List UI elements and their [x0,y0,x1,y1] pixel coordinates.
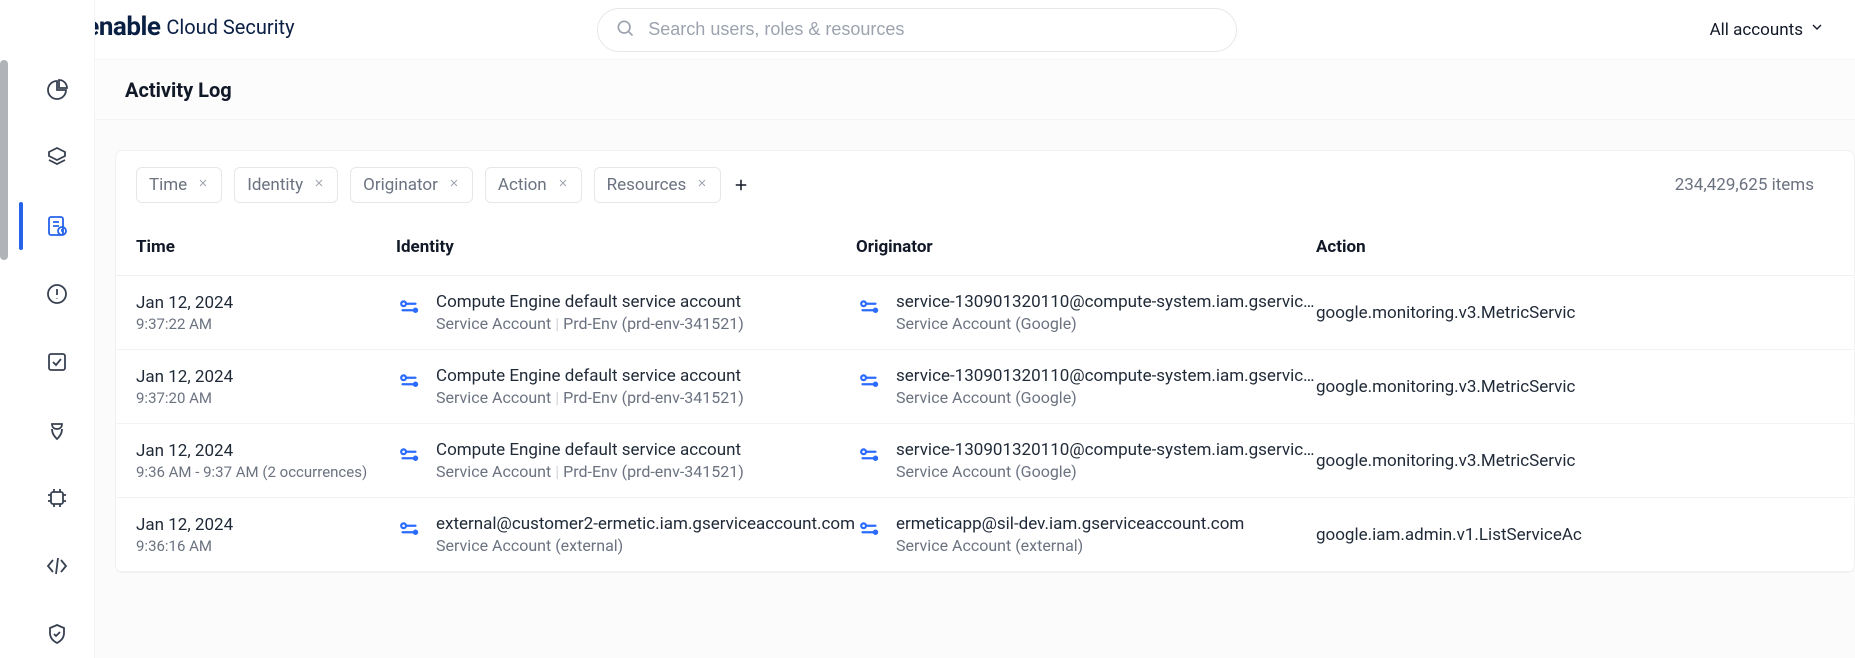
originator-cell: service-130901320110@compute-system.iam.… [856,292,1316,333]
row-time: 9:37:22 AM [136,315,396,333]
close-icon[interactable] [313,177,325,193]
identity-subtext: Service Account|Prd-Env (prd-env-341521) [436,314,744,333]
items-count: 234,429,625 items [1675,175,1834,195]
th-originator[interactable]: Originator [856,237,1316,257]
table-row[interactable]: Jan 12, 20249:37:22 AMCompute Engine def… [116,276,1854,350]
chevron-down-icon [1809,19,1825,40]
originator-subtext: Service Account (external) [896,536,1244,555]
time-cell: Jan 12, 2024 9:37:22 AM [136,293,396,333]
nav-identity[interactable] [37,410,77,450]
row-time: 9:36 AM - 9:37 AM (2 occurrences) [136,463,396,481]
th-identity[interactable]: Identity [396,237,856,257]
identity-subtext: Service Account|Prd-Env (prd-env-341521) [436,462,744,481]
side-nav [20,0,95,658]
nav-findings[interactable] [37,274,77,314]
close-icon[interactable] [696,177,708,193]
identity-cell: Compute Engine default service account Se… [396,440,856,481]
filters-row: Time Identity Originator Action Resources 23… [116,151,1854,219]
account-selector[interactable]: All accounts [1710,19,1825,40]
identity-cell: external@customer2-ermetic.iam.gservicea… [396,514,856,555]
service-account-icon [856,516,882,546]
page-header: Activity Log [95,60,1855,120]
close-icon[interactable] [197,177,209,193]
top-bar: All accounts [95,0,1855,60]
filter-chip[interactable]: Resources [594,167,722,203]
nav-activity-log[interactable] [37,206,77,246]
service-account-icon [856,294,882,324]
browser-scroll-gutter [0,0,20,658]
nav-workload[interactable] [37,478,77,518]
originator-cell: service-130901320110@compute-system.iam.… [856,440,1316,481]
filter-chip[interactable]: Identity [234,167,338,203]
action-cell: google.monitoring.v3.MetricServic [1316,377,1834,397]
account-selector-label: All accounts [1710,20,1803,40]
action-cell: google.monitoring.v3.MetricServic [1316,451,1834,471]
service-account-icon [856,442,882,472]
identity-subtext: Service Account (external) [436,536,855,555]
nav-compliance[interactable] [37,342,77,382]
table-header: Time Identity Originator Action [116,219,1854,276]
originator-name: service-130901320110@compute-system.iam.… [896,366,1315,386]
identity-subtext: Service Account|Prd-Env (prd-env-341521) [436,388,744,407]
nav-dashboard[interactable] [37,70,77,110]
identity-name: Compute Engine default service account [436,292,744,312]
activity-card: TimeIdentityOriginatorActionResources 23… [115,150,1855,573]
service-account-icon [396,516,422,546]
service-account-icon [396,368,422,398]
nav-policies[interactable] [37,614,77,654]
filter-chip-label: Action [498,175,547,195]
search-icon [615,18,635,42]
close-icon[interactable] [557,177,569,193]
filter-chip-label: Time [149,175,187,195]
table-row[interactable]: Jan 12, 2024 9:36:16 AM external@customer2… [116,498,1854,572]
service-account-icon [856,368,882,398]
close-icon[interactable] [448,177,460,193]
row-date: Jan 12, 2024 [136,441,396,461]
row-date: Jan 12, 2024 [136,293,396,313]
table-row[interactable]: Jan 12, 2024 9:36 AM - 9:37 AM (2 occurre… [116,424,1854,498]
originator-name: ermeticapp@sil-dev.iam.gserviceaccount.c… [896,514,1244,534]
th-time[interactable]: Time [136,237,396,257]
browser-scroll-thumb[interactable] [0,60,8,260]
identity-name: external@customer2-ermetic.iam.gservicea… [436,514,855,534]
th-action[interactable]: Action [1316,237,1834,257]
originator-subtext: Service Account (Google) [896,462,1315,481]
time-cell: Jan 12, 2024 9:36 AM - 9:37 AM (2 occurre… [136,441,396,481]
nav-iac[interactable] [37,546,77,586]
identity-cell: Compute Engine default service account Se… [396,366,856,407]
time-cell: Jan 12, 2024 9:37:20 AM [136,367,396,407]
row-date: Jan 12, 2024 [136,515,396,535]
originator-subtext: Service Account (Google) [896,314,1315,333]
filter-chip-label: Resources [607,175,687,195]
row-time: 9:36:16 AM [136,537,396,555]
page-title: Activity Log [125,78,232,102]
identity-cell: Compute Engine default service account Se… [396,292,856,333]
add-filter-button[interactable] [729,173,753,197]
table-row[interactable]: Jan 12, 20249:37:20 AMCompute Engine def… [116,350,1854,424]
filter-chip[interactable]: Action [485,167,582,203]
identity-name: Compute Engine default service account [436,366,744,386]
originator-cell: ermeticapp@sil-dev.iam.gserviceaccount.c… [856,514,1316,555]
originator-cell: service-130901320110@compute-system.iam.… [856,366,1316,407]
global-search [597,8,1237,52]
service-account-icon [396,294,422,324]
filter-chip-label: Identity [247,175,303,195]
search-input[interactable] [597,8,1237,52]
service-account-icon [396,442,422,472]
row-time: 9:37:20 AM [136,389,396,407]
filter-chip-label: Originator [363,175,438,195]
originator-name: service-130901320110@compute-system.iam.… [896,440,1315,460]
identity-name: Compute Engine default service account [436,440,744,460]
nav-inventory[interactable] [37,138,77,178]
time-cell: Jan 12, 2024 9:36:16 AM [136,515,396,555]
filter-chip[interactable]: Time [136,167,222,203]
originator-name: service-130901320110@compute-system.iam.… [896,292,1315,312]
filter-chip[interactable]: Originator [350,167,473,203]
brand-suffix: Cloud Security [166,15,294,39]
action-cell: google.monitoring.v3.MetricServic [1316,303,1834,323]
originator-subtext: Service Account (Google) [896,388,1315,407]
action-cell: google.iam.admin.v1.ListServiceAc [1316,525,1834,545]
row-date: Jan 12, 2024 [136,367,396,387]
